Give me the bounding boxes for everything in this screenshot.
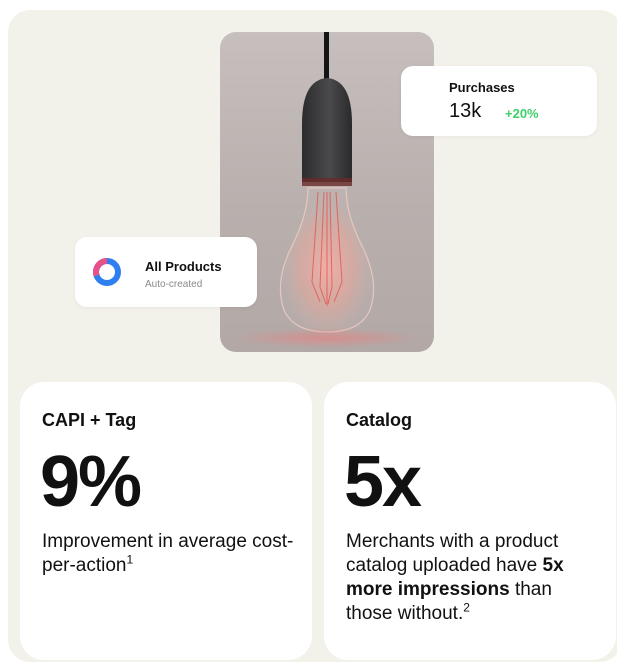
- all-products-title: All Products: [145, 259, 222, 274]
- capi-tag-card: CAPI + Tag 9% Improvement in average cos…: [20, 382, 312, 660]
- donut-chart-icon: [93, 258, 121, 286]
- footnote-marker: 2: [463, 600, 470, 615]
- capi-tag-label: CAPI + Tag: [42, 410, 137, 430]
- purchases-delta: +20%: [505, 106, 539, 121]
- catalog-desc-pre: Merchants with a product catalog uploade…: [346, 531, 559, 576]
- catalog-description: Merchants with a product catalog uploade…: [346, 530, 602, 626]
- catalog-card: Catalog 5x Merchants with a product cata…: [324, 382, 616, 660]
- all-products-subtitle: Auto-created: [145, 279, 203, 290]
- purchases-value: 13k: [449, 100, 482, 122]
- purchases-title: Purchases: [449, 80, 515, 95]
- catalog-stat: 5x: [344, 442, 422, 522]
- feature-panel: Purchases 13k +20% All Products Auto-cre…: [8, 10, 617, 662]
- all-products-card: All Products Auto-created: [75, 237, 257, 307]
- capi-desc-text: Improvement in average cost-per-action: [42, 531, 294, 576]
- purchases-card: Purchases 13k +20%: [401, 66, 597, 136]
- capi-tag-stat: 9%: [40, 442, 142, 522]
- catalog-label: Catalog: [346, 410, 413, 430]
- footnote-marker: 1: [126, 552, 134, 567]
- capi-tag-description: Improvement in average cost-per-action1: [42, 530, 298, 578]
